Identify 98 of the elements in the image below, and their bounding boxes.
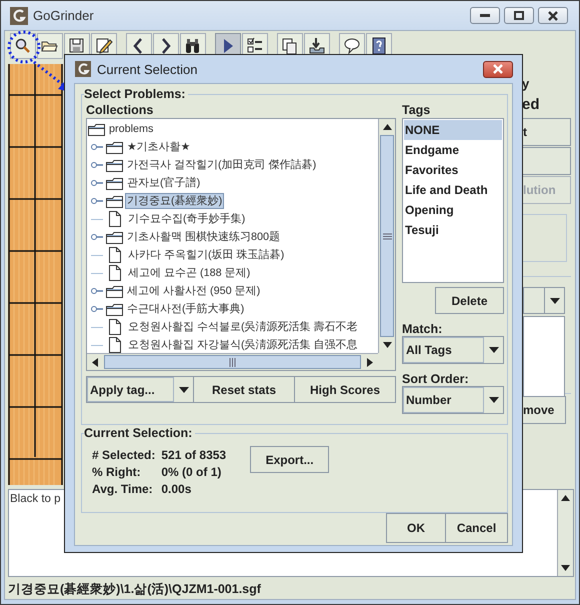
minimize-icon: [480, 14, 490, 17]
panel-button[interactable]: t: [522, 118, 571, 146]
delete-button[interactable]: Delete: [435, 287, 504, 314]
document-icon: [109, 211, 121, 227]
export-button[interactable]: Export...: [250, 446, 330, 473]
search-icon: [14, 37, 32, 55]
tag-item[interactable]: Life and Death: [404, 180, 502, 200]
tree-item[interactable]: 기수묘수집(奇手妙手集): [126, 211, 248, 227]
pencil-icon: [95, 37, 113, 55]
close-button[interactable]: [483, 60, 513, 78]
remove-button[interactable]: move: [522, 396, 566, 424]
app-logo-icon: [10, 6, 28, 24]
tree-item[interactable]: 관자보(官子譜): [125, 175, 202, 191]
folder-icon: [106, 230, 123, 244]
dropdown[interactable]: [523, 287, 565, 314]
folder-icon: [106, 302, 123, 316]
stat-label: % Right:: [92, 465, 142, 479]
tree-item[interactable]: 오청원사활집 자강불식(吳淸源死活集 自强不息: [126, 337, 360, 353]
scrollbar[interactable]: [87, 353, 378, 370]
maximize-button[interactable]: [504, 7, 534, 24]
tree-item[interactable]: 세고에 묘수곤 (188 문제): [126, 265, 252, 281]
document-icon: [109, 265, 121, 281]
scroll-right-icon: [367, 358, 373, 366]
dropdown-arrow-icon: [488, 347, 498, 353]
grip-icon: [382, 232, 392, 240]
app-logo-icon: [75, 61, 91, 77]
toolbar-button[interactable]: [10, 33, 36, 59]
stat-value: 0% (0 of 1): [161, 465, 222, 479]
stat-value: 0.00s: [161, 482, 192, 496]
tree-item[interactable]: 오청원사활집 수석불로(吳淸源死活集 壽石不老: [126, 319, 360, 335]
folder-icon: [106, 140, 123, 154]
maximize-icon: [514, 10, 524, 20]
cancel-button[interactable]: Cancel: [446, 513, 508, 543]
dropdown-arrow-icon: [488, 397, 498, 403]
panel-label: y: [522, 76, 530, 93]
apply-tag-dropdown[interactable]: Apply tag...: [86, 376, 194, 403]
question-icon: [370, 37, 388, 55]
tree-item[interactable]: 사카다 주옥힐기(坂田 珠玉詰碁): [126, 247, 286, 263]
tree-item[interactable]: 수근대사전(手筋大事典): [125, 301, 246, 317]
stat-label: Avg. Time:: [92, 482, 154, 496]
panel-heading: ed: [522, 96, 541, 115]
scroll-thumb[interactable]: [380, 135, 394, 337]
dropdown[interactable]: All Tags: [402, 336, 504, 364]
tree-item[interactable]: 기경중묘(碁經衆妙): [125, 193, 224, 209]
scrollbar[interactable]: [378, 119, 395, 353]
folder-icon: [106, 158, 123, 172]
tag-item[interactable]: NONE: [404, 120, 502, 140]
comment-text: Black to p: [10, 493, 60, 505]
ok-button[interactable]: OK: [386, 513, 446, 543]
document-icon: [109, 247, 121, 263]
tag-item[interactable]: Tesuji: [404, 220, 502, 240]
tree-item[interactable]: 가전극사 걸작힐기(加田克司 傑作詰碁): [125, 157, 318, 173]
action-button[interactable]: High Scores: [295, 376, 396, 403]
tag-item[interactable]: Opening: [404, 200, 502, 220]
tag-item[interactable]: Endgame: [404, 140, 502, 160]
scrollbar[interactable]: [557, 490, 573, 576]
section-label: Collections: [86, 103, 154, 118]
toolbar-button[interactable]: [37, 33, 63, 59]
pages-icon: [281, 37, 299, 55]
stat-label: # Selected:: [92, 448, 156, 462]
stat-value: 521 of 8353: [161, 448, 226, 462]
scroll-up-icon: [561, 495, 570, 501]
scroll-left-icon: [92, 358, 98, 366]
field-label: Match:: [402, 322, 444, 336]
highlight-circle: [8, 30, 40, 64]
group-title: Select Problems:: [84, 87, 188, 101]
dialog-title: Current Selection: [97, 62, 198, 76]
section-label: Tags: [402, 103, 432, 118]
folder-icon: [106, 176, 123, 190]
speech-bubble-icon: [343, 37, 361, 55]
tree-item[interactable]: ★기초사활★: [125, 139, 192, 155]
tree-item[interactable]: 기초사활맥 围棋快速练习800题: [125, 229, 282, 245]
grip-icon: [229, 358, 236, 366]
close-button[interactable]: [538, 7, 568, 24]
tree-item[interactable]: 세고에 사활사전 (950 문제): [125, 283, 262, 299]
close-icon: [493, 64, 503, 74]
scroll-down-icon: [561, 565, 570, 571]
minimize-button[interactable]: [470, 7, 500, 24]
tree-item[interactable]: problems: [107, 121, 156, 137]
dropdown-arrow-icon: [178, 386, 188, 392]
dropdown[interactable]: Number: [402, 386, 504, 414]
panel-button[interactable]: [522, 147, 571, 175]
close-icon: [548, 10, 558, 20]
group-title: Current Selection:: [84, 426, 196, 440]
dropdown-arrow-icon: [550, 298, 560, 304]
status-bar-text: 기경중묘(碁經衆妙)\1.삶(活)\QJZM1-001.sgf: [7, 581, 262, 598]
window-title: GoGrinder: [33, 8, 94, 23]
field-label: Sort Order:: [402, 372, 470, 386]
folder-icon: [106, 194, 123, 208]
scroll-up-icon: [382, 124, 392, 130]
document-icon: [109, 337, 121, 353]
document-icon: [109, 319, 121, 335]
folder-icon: [106, 284, 123, 298]
tag-item[interactable]: Favorites: [404, 160, 502, 180]
scroll-down-icon: [382, 342, 392, 348]
action-button[interactable]: Reset stats: [194, 376, 295, 403]
scroll-thumb[interactable]: [104, 355, 361, 369]
tray-arrow-icon: [308, 37, 326, 55]
